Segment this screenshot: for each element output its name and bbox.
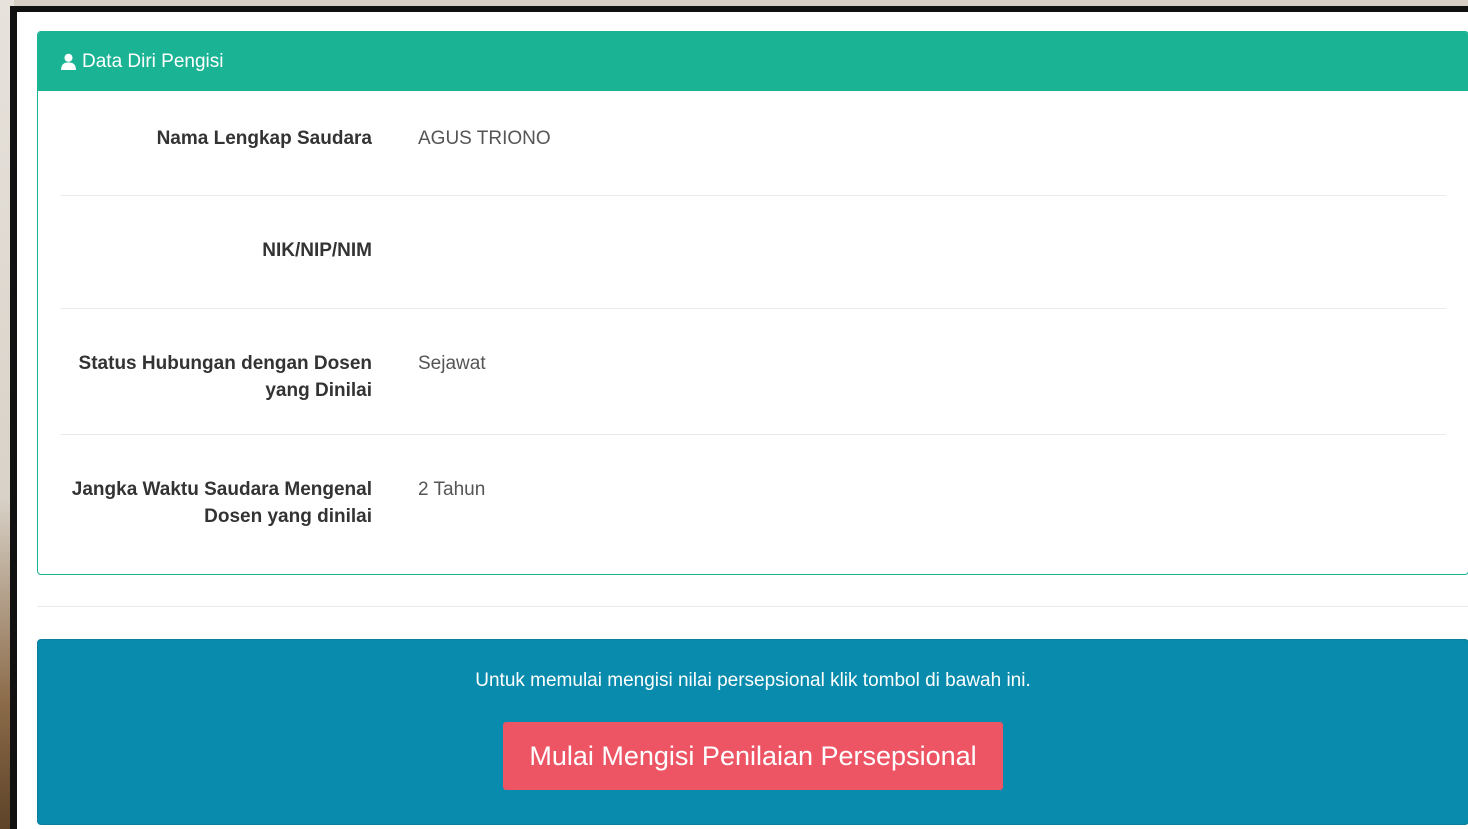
field-value-jangka: 2 Tahun — [418, 479, 486, 500]
field-value-nama: AGUS TRIONO — [418, 128, 551, 149]
field-label-status-line1: Status Hubungan dengan Dosen — [78, 353, 372, 374]
field-divider — [60, 434, 1446, 435]
field-label-status-line2: yang Dinilai — [265, 380, 372, 401]
field-label-nik: NIK/NIP/NIM — [262, 240, 372, 261]
data-diri-panel: Data Diri Pengisi Nama Lengkap Saudara A… — [37, 31, 1468, 575]
field-label-jangka: Jangka Waktu Saudara Mengenal Dosen yang… — [60, 476, 372, 530]
monitor-bezel-left — [10, 6, 17, 829]
monitor-bezel-top — [10, 6, 1468, 12]
field-row-nama: Nama Lengkap Saudara AGUS TRIONO — [60, 125, 1446, 155]
field-label-status: Status Hubungan dengan Dosen yang Dinila… — [60, 350, 372, 404]
field-label-nama: Nama Lengkap Saudara — [156, 128, 372, 149]
panel-heading: Data Diri Pengisi — [38, 32, 1468, 91]
start-assessment-button[interactable]: Mulai Mengisi Penilaian Persepsional — [503, 722, 1003, 790]
start-info-text: Untuk memulai mengisi nilai persepsional… — [475, 670, 1031, 691]
field-row-jangka: Jangka Waktu Saudara Mengenal Dosen yang… — [60, 476, 1446, 532]
field-row-status: Status Hubungan dengan Dosen yang Dinila… — [60, 350, 1446, 406]
field-value-status: Sejawat — [418, 353, 486, 374]
section-divider — [37, 606, 1468, 607]
field-label-jangka-line2: Dosen yang dinilai — [204, 506, 372, 527]
start-info-box: Untuk memulai mengisi nilai persepsional… — [37, 639, 1468, 825]
field-label-jangka-line1: Jangka Waktu Saudara Mengenal — [71, 479, 372, 500]
user-icon — [61, 53, 76, 70]
panel-title: Data Diri Pengisi — [82, 50, 224, 72]
field-divider — [60, 195, 1446, 196]
field-divider — [60, 308, 1446, 309]
field-row-nik: NIK/NIP/NIM — [60, 237, 1446, 267]
